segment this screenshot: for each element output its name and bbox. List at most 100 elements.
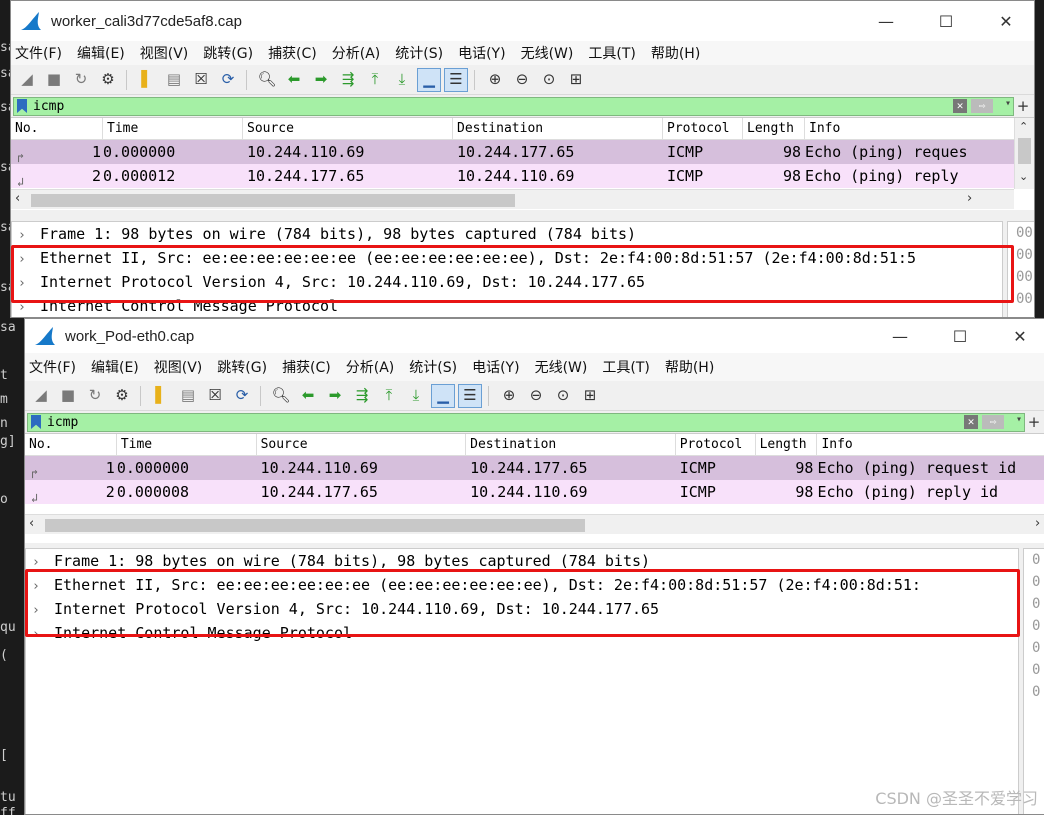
col-info[interactable]: Info bbox=[817, 434, 1044, 456]
zoom-normal-icon[interactable]: ⊙ bbox=[551, 384, 575, 408]
menu-view[interactable]: 视图(V) bbox=[140, 43, 189, 63]
apply-filter-button[interactable]: ⇨ bbox=[982, 414, 1004, 429]
scroll-right-icon[interactable]: › bbox=[967, 191, 972, 206]
expand-chevron-icon[interactable]: › bbox=[18, 272, 40, 294]
filter-text[interactable]: icmp bbox=[33, 99, 64, 114]
menu-go[interactable]: 跳转(G) bbox=[203, 43, 253, 63]
shark-fin-start-icon[interactable]: ◢ bbox=[15, 68, 39, 92]
detail-ipv4[interactable]: › Internet Protocol Version 4, Src: 10.24… bbox=[12, 270, 1002, 294]
scroll-right-icon[interactable]: › bbox=[1035, 516, 1040, 531]
menu-wireless[interactable]: 无线(W) bbox=[521, 43, 574, 63]
col-destination[interactable]: Destination bbox=[466, 433, 676, 456]
zoom-normal-icon[interactable]: ⊙ bbox=[537, 68, 561, 92]
menu-capture[interactable]: 捕获(C) bbox=[268, 43, 317, 63]
go-to-packet-icon[interactable]: ⇶ bbox=[350, 384, 374, 408]
expand-chevron-icon[interactable]: › bbox=[18, 296, 40, 317]
filter-text[interactable]: icmp bbox=[47, 415, 78, 430]
detail-frame[interactable]: › Frame 1: 98 bytes on wire (784 bits), 9… bbox=[12, 222, 1002, 246]
go-forward-icon[interactable]: ➡ bbox=[323, 384, 347, 408]
minimize-button[interactable]: — bbox=[871, 319, 929, 353]
search-icon[interactable]: 🔍︎ bbox=[269, 384, 293, 408]
autoscroll-icon[interactable]: ▁ bbox=[417, 67, 441, 92]
go-back-icon[interactable]: ⬅ bbox=[282, 68, 306, 92]
scroll-left-icon[interactable]: ‹ bbox=[29, 516, 34, 531]
scroll-down-icon[interactable]: ⌄ bbox=[1019, 170, 1028, 183]
packet-row[interactable]: ↱ 1 0.000000 10.244.110.69 10.244.177.65 … bbox=[11, 140, 1014, 164]
autoscroll-icon[interactable]: ▁ bbox=[431, 383, 455, 408]
bookmark-icon[interactable] bbox=[17, 99, 27, 113]
col-protocol[interactable]: Protocol bbox=[676, 433, 756, 456]
colorize-icon[interactable]: ☰ bbox=[458, 383, 482, 408]
col-source[interactable]: Source bbox=[257, 433, 467, 456]
menu-wireless[interactable]: 无线(W) bbox=[535, 357, 588, 377]
vscroll-thumb[interactable] bbox=[1018, 138, 1031, 164]
menu-file[interactable]: 文件(F) bbox=[15, 43, 62, 63]
open-file-icon[interactable]: ▌ bbox=[135, 68, 159, 92]
menu-analyze[interactable]: 分析(A) bbox=[346, 357, 395, 377]
shark-fin-start-icon[interactable]: ◢ bbox=[29, 384, 53, 408]
open-file-icon[interactable]: ▌ bbox=[149, 384, 173, 408]
zoom-in-icon[interactable]: ⊕ bbox=[497, 384, 521, 408]
zoom-in-icon[interactable]: ⊕ bbox=[483, 68, 507, 92]
col-time[interactable]: Time bbox=[103, 117, 243, 140]
scroll-left-icon[interactable]: ‹ bbox=[15, 191, 20, 206]
menu-help[interactable]: 帮助(H) bbox=[651, 43, 700, 63]
expand-chevron-icon[interactable]: › bbox=[32, 623, 54, 645]
restart-icon[interactable]: ↻ bbox=[69, 68, 93, 92]
menu-tools[interactable]: 工具(T) bbox=[602, 357, 649, 377]
close-file-icon[interactable]: ☒ bbox=[203, 384, 227, 408]
go-last-icon[interactable]: ⤓ bbox=[390, 68, 414, 92]
wireshark-window-pod[interactable]: work_Pod-eth0.cap — ☐ ✕ 文件(F) 编辑(E) 视图(V… bbox=[24, 318, 1044, 815]
wireshark-window-worker[interactable]: worker_cali3d77cde5af8.cap — ☐ ✕ 文件(F) 编… bbox=[10, 0, 1035, 318]
filter-dropdown-button[interactable]: ▾ bbox=[1005, 98, 1011, 109]
maximize-button[interactable]: ☐ bbox=[917, 1, 975, 41]
scroll-up-icon[interactable]: ⌃ bbox=[1019, 120, 1028, 133]
menu-telephony[interactable]: 电话(Y) bbox=[458, 43, 505, 63]
expand-chevron-icon[interactable]: › bbox=[32, 599, 54, 621]
reload-icon[interactable]: ⟳ bbox=[216, 68, 240, 92]
col-protocol[interactable]: Protocol bbox=[663, 117, 743, 140]
add-filter-button[interactable]: + bbox=[1014, 97, 1032, 115]
col-no[interactable]: No. bbox=[11, 117, 103, 140]
menu-edit[interactable]: 编辑(E) bbox=[91, 357, 139, 377]
detail-icmp[interactable]: › Internet Control Message Protocol bbox=[12, 294, 1002, 317]
packet-row[interactable]: ↲ 2 0.000008 10.244.177.65 10.244.110.69 … bbox=[25, 480, 1044, 504]
col-no[interactable]: No. bbox=[25, 433, 117, 456]
restart-icon[interactable]: ↻ bbox=[83, 384, 107, 408]
scroll-thumb[interactable] bbox=[31, 194, 515, 207]
menu-statistics[interactable]: 统计(S) bbox=[409, 357, 457, 377]
menu-capture[interactable]: 捕获(C) bbox=[282, 357, 331, 377]
menu-view[interactable]: 视图(V) bbox=[154, 357, 203, 377]
menu-statistics[interactable]: 统计(S) bbox=[395, 43, 443, 63]
detail-ethernet[interactable]: › Ethernet II, Src: ee:ee:ee:ee:ee:ee (ee… bbox=[12, 246, 1002, 270]
apply-filter-button[interactable]: ⇨ bbox=[971, 98, 993, 113]
expand-chevron-icon[interactable]: › bbox=[18, 224, 40, 246]
add-filter-button[interactable]: + bbox=[1025, 413, 1043, 431]
expand-chevron-icon[interactable]: › bbox=[32, 551, 54, 573]
file-icon[interactable]: ▤ bbox=[162, 68, 186, 92]
packet-list-hscrollbar[interactable]: ‹ › bbox=[25, 514, 1044, 534]
col-info[interactable]: Info bbox=[805, 118, 1014, 140]
scroll-thumb[interactable] bbox=[45, 519, 585, 532]
options-gear-icon[interactable]: ⚙ bbox=[96, 68, 120, 92]
minimize-button[interactable]: — bbox=[857, 1, 915, 41]
stop-icon[interactable]: ■ bbox=[56, 384, 80, 408]
col-destination[interactable]: Destination bbox=[453, 117, 663, 140]
col-source[interactable]: Source bbox=[243, 117, 453, 140]
packet-list-vscrollbar[interactable]: ⌃ ⌄ bbox=[1014, 118, 1034, 189]
packet-list-hscrollbar[interactable]: ‹ › bbox=[11, 189, 1014, 209]
resize-columns-icon[interactable]: ⊞ bbox=[578, 384, 602, 408]
colorize-icon[interactable]: ☰ bbox=[444, 67, 468, 92]
clear-filter-button[interactable]: ✕ bbox=[964, 414, 978, 429]
zoom-out-icon[interactable]: ⊖ bbox=[510, 68, 534, 92]
go-first-icon[interactable]: ⤒ bbox=[377, 384, 401, 408]
options-gear-icon[interactable]: ⚙ bbox=[110, 384, 134, 408]
menu-telephony[interactable]: 电话(Y) bbox=[472, 357, 519, 377]
menu-file[interactable]: 文件(F) bbox=[29, 357, 76, 377]
expand-chevron-icon[interactable]: › bbox=[18, 248, 40, 270]
go-first-icon[interactable]: ⤒ bbox=[363, 68, 387, 92]
bookmark-icon[interactable] bbox=[31, 415, 41, 429]
maximize-button[interactable]: ☐ bbox=[931, 319, 989, 353]
close-button[interactable]: ✕ bbox=[991, 319, 1044, 353]
search-icon[interactable]: 🔍︎ bbox=[255, 68, 279, 92]
